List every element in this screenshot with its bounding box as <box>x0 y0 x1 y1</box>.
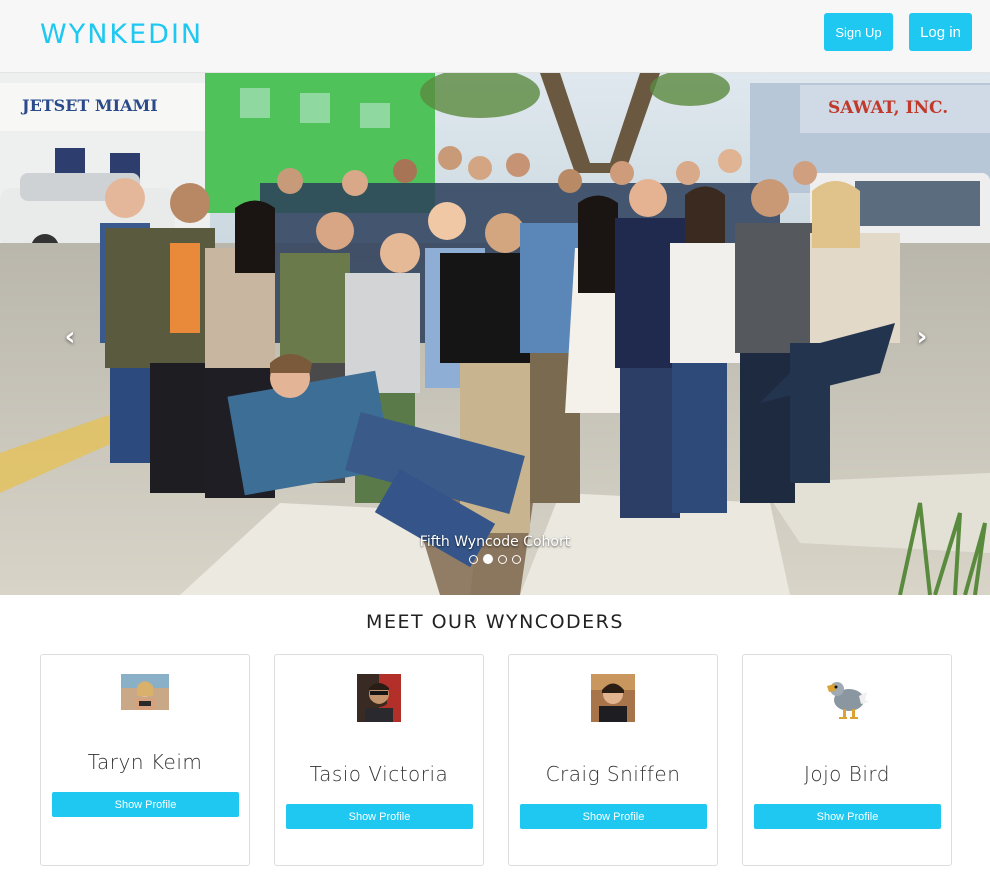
dodo-bird-icon[interactable] <box>823 674 871 722</box>
section-title: MEET OUR WYNCODERS <box>366 611 624 633</box>
navbar: WYNKEDIN Sign Up Log in <box>0 0 990 73</box>
show-profile-button[interactable]: Show Profile <box>754 804 941 829</box>
carousel-indicator-active[interactable] <box>483 554 493 564</box>
carousel-indicator[interactable] <box>469 555 478 564</box>
carousel-prev-icon[interactable]: ‹ <box>55 322 85 352</box>
brand-logo-link[interactable]: WYNKEDIN <box>40 19 203 50</box>
carousel-caption: Fifth Wyncode Cohort <box>419 534 571 550</box>
wyncoder-card: Jojo Bird Show Profile <box>742 654 952 866</box>
hero-carousel: JETSET MIAMI SAWAT, INC. ‹ › Fifth Wynco… <box>0 73 990 595</box>
avatar[interactable] <box>121 674 169 710</box>
wyncoder-name: Jojo Bird <box>803 762 890 786</box>
wyncoder-card: Tasio Victoria Show Profile <box>274 654 484 866</box>
cohort-group-photo: JETSET MIAMI SAWAT, INC. <box>0 73 990 595</box>
wyncoder-name: Tasio Victoria <box>309 762 449 786</box>
wyncoder-name: Craig Sniffen <box>545 762 681 786</box>
jetset-sign-text: JETSET MIAMI <box>20 96 158 115</box>
wyncoder-card: Craig Sniffen Show Profile <box>508 654 718 866</box>
signup-button[interactable]: Sign Up <box>824 13 893 51</box>
avatar[interactable] <box>357 674 401 722</box>
carousel-next-icon[interactable]: › <box>907 322 937 352</box>
carousel-indicator[interactable] <box>498 555 507 564</box>
wyncoder-card: Taryn Keim Show Profile <box>40 654 250 866</box>
login-button[interactable]: Log in <box>909 13 972 51</box>
show-profile-button[interactable]: Show Profile <box>52 792 239 817</box>
carousel-indicators <box>469 554 521 564</box>
show-profile-button[interactable]: Show Profile <box>520 804 707 829</box>
avatar[interactable] <box>591 674 635 722</box>
carousel-indicator[interactable] <box>512 555 521 564</box>
wyncoder-name: Taryn Keim <box>87 750 203 774</box>
show-profile-button[interactable]: Show Profile <box>286 804 473 829</box>
sawat-sign-text: SAWAT, INC. <box>828 98 948 118</box>
